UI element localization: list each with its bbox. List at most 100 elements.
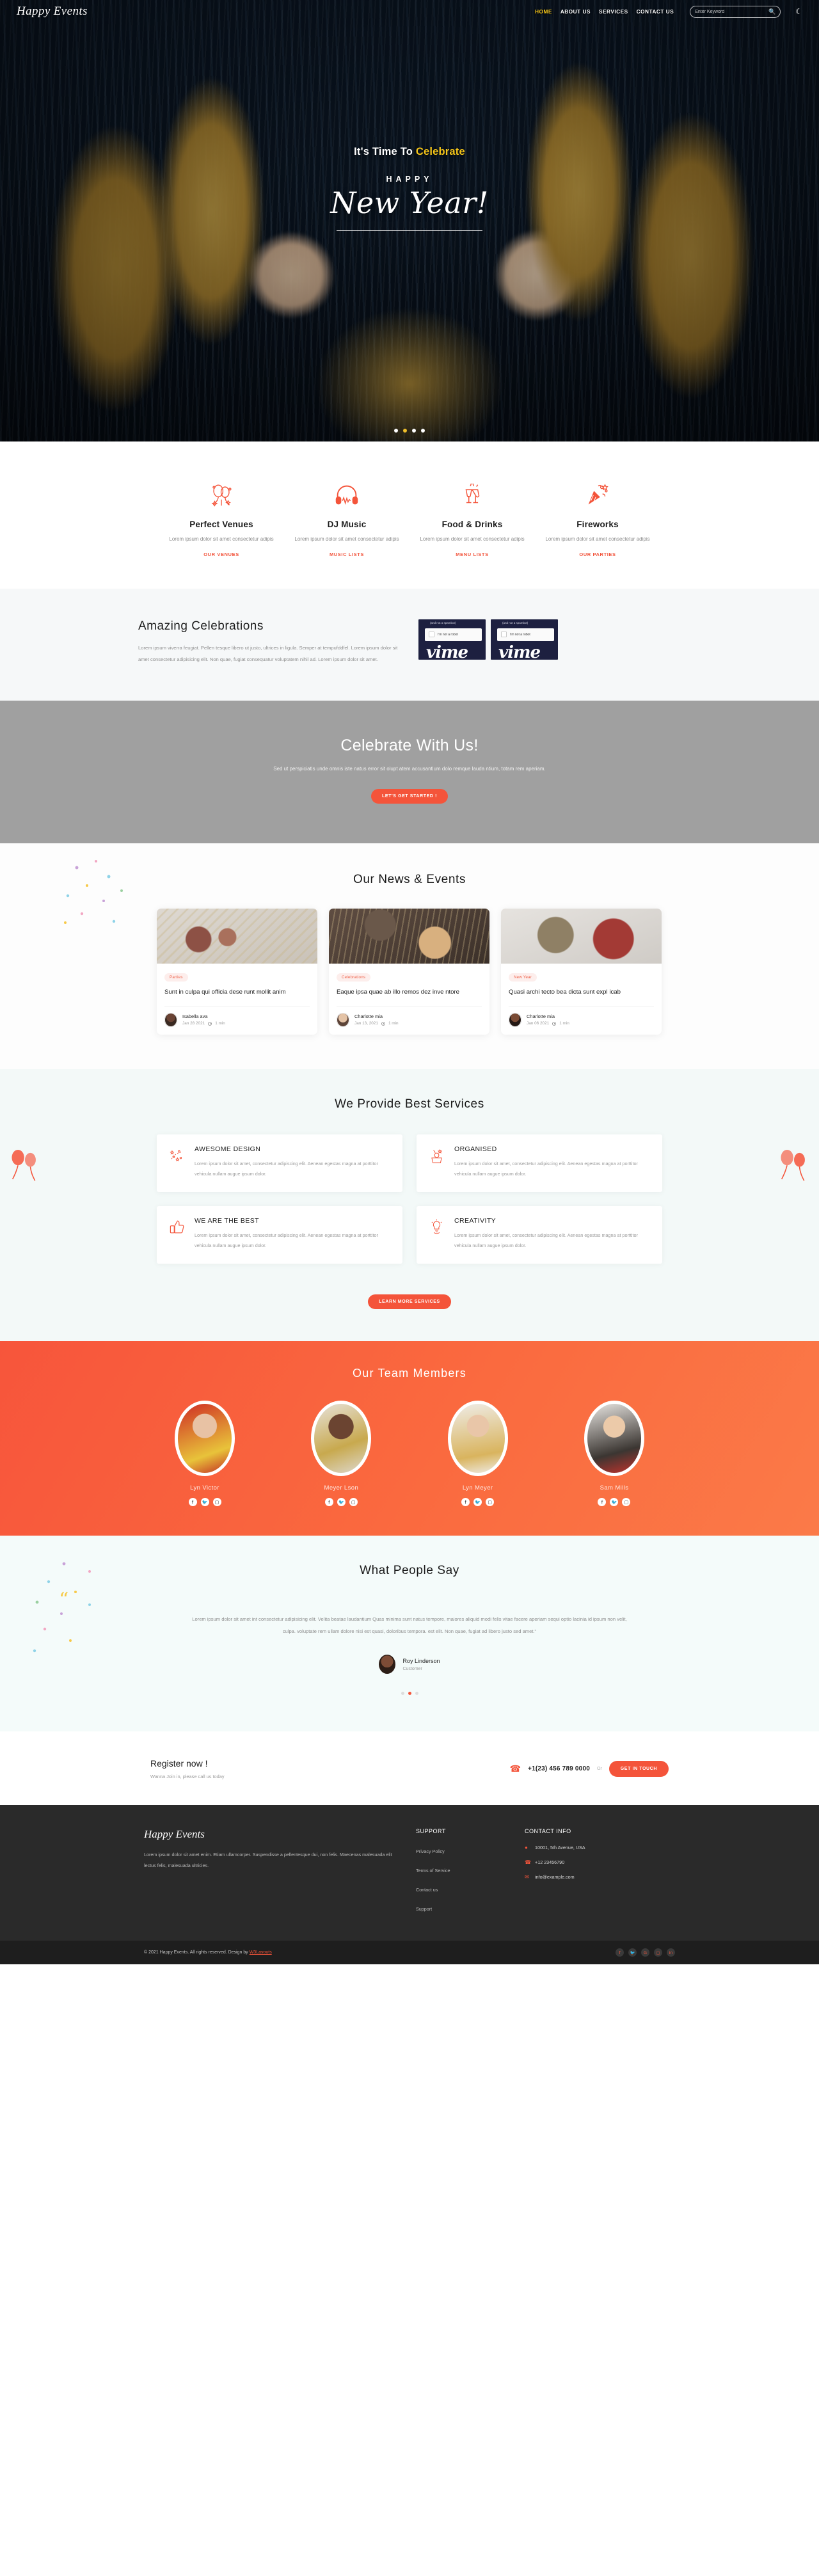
- amazing-title: Amazing Celebrations: [138, 619, 264, 633]
- news-card[interactable]: New Year Quasi archi tecto bea dicta sun…: [501, 908, 662, 1035]
- carousel-dot-1[interactable]: [394, 429, 398, 433]
- clock-icon: [381, 1021, 385, 1026]
- twitter-icon[interactable]: 🐦: [473, 1498, 482, 1507]
- news-card-title[interactable]: Eaque ipsa quae ab illo remos dez inve n…: [337, 987, 482, 998]
- features-section: Perfect Venues Lorem ipsum dolor sit ame…: [0, 441, 819, 589]
- footer-link-privacy-policy[interactable]: Privacy Policy: [416, 1849, 445, 1854]
- news-card-title[interactable]: Sunt in culpa qui officia dese runt moll…: [164, 987, 310, 998]
- main-nav: HOME ABOUT US SERVICES CONTACT US 🔍 ☾: [535, 5, 802, 18]
- captcha-box[interactable]: I'm not a robot: [425, 628, 482, 641]
- feature-text: Lorem ipsum dolor sit amet consectetur a…: [294, 536, 399, 542]
- service-card-creativity[interactable]: CREATIVITY Lorem ipsum dolor sit amet, c…: [417, 1206, 662, 1264]
- carousel-dot-2[interactable]: [403, 429, 407, 433]
- footer-phone[interactable]: +12 23456790: [535, 1859, 564, 1865]
- facebook-icon[interactable]: f: [616, 1948, 624, 1957]
- footer-link-contact-us[interactable]: Contact us: [416, 1887, 438, 1893]
- captcha-box[interactable]: I'm not a robot: [497, 628, 554, 641]
- nav-item-services[interactable]: SERVICES: [599, 9, 628, 15]
- team-member[interactable]: Meyer Lson f 🐦 ▢: [290, 1401, 392, 1507]
- linkedin-icon[interactable]: in: [667, 1948, 675, 1957]
- feature-link-menu-lists[interactable]: MENU LISTS: [456, 552, 488, 557]
- testimonial-author-name: Roy Linderson: [402, 1657, 440, 1664]
- news-card-tag[interactable]: Parties: [164, 973, 188, 982]
- facebook-icon[interactable]: f: [461, 1498, 470, 1507]
- hero-carousel-dots[interactable]: [0, 424, 819, 436]
- team-member-name: Lyn Meyer: [462, 1484, 493, 1492]
- twitter-icon[interactable]: 🐦: [610, 1498, 619, 1507]
- facebook-icon[interactable]: f: [188, 1498, 197, 1507]
- learn-more-services-button[interactable]: LEARN MORE SERVICES: [368, 1294, 451, 1310]
- service-title: WE ARE THE BEST: [195, 1217, 259, 1225]
- list-item: ✉ info@example.com: [525, 1874, 675, 1880]
- twitter-icon[interactable]: 🐦: [200, 1498, 209, 1507]
- search-box[interactable]: 🔍: [690, 5, 781, 18]
- news-card-tag[interactable]: New Year: [509, 973, 537, 982]
- team-member-photo: [447, 1401, 508, 1477]
- twitter-icon[interactable]: 🐦: [337, 1498, 346, 1507]
- facebook-icon[interactable]: f: [598, 1498, 607, 1507]
- team-member[interactable]: Lyn Victor f 🐦 ▢: [154, 1401, 256, 1507]
- footer-logo[interactable]: Happy Events: [144, 1828, 403, 1841]
- instagram-icon[interactable]: ▢: [349, 1498, 358, 1507]
- instagram-icon[interactable]: ▢: [486, 1498, 495, 1507]
- instagram-icon[interactable]: ▢: [654, 1948, 662, 1957]
- feature-link-our-venues[interactable]: OUR VENUES: [203, 552, 239, 557]
- nav-item-contact-us[interactable]: CONTACT US: [637, 9, 674, 15]
- service-text: Lorem ipsum dolor sit amet, consectetur …: [195, 1160, 378, 1177]
- site-logo[interactable]: Happy Events: [17, 4, 88, 19]
- copyright-inner: © 2021 Happy Events. All rights reserved…: [144, 1948, 675, 1957]
- amazing-text-column: Amazing Celebrations Lorem ipsum viverra…: [122, 619, 403, 666]
- team-member[interactable]: Sam Mills f 🐦 ▢: [563, 1401, 665, 1507]
- carousel-dot-4[interactable]: [421, 429, 425, 433]
- nav-item-about-us[interactable]: ABOUT US: [561, 9, 591, 15]
- service-card-we-are-the-best[interactable]: WE ARE THE BEST Lorem ipsum dolor sit am…: [157, 1206, 402, 1264]
- video-thumbnail-1[interactable]: (and not a spambot) I'm not a robot vime: [418, 619, 486, 660]
- team-member-name: Lyn Victor: [190, 1484, 219, 1492]
- feature-link-our-parties[interactable]: OUR PARTIES: [579, 552, 616, 557]
- facebook-icon[interactable]: f: [324, 1498, 333, 1507]
- team-member[interactable]: Lyn Meyer f 🐦 ▢: [427, 1401, 529, 1507]
- moon-icon[interactable]: ☾: [795, 7, 802, 16]
- news-card-meta: Charlotte mia Jan 13, 2021 1 min: [337, 1005, 482, 1027]
- footer-email[interactable]: info@example.com: [535, 1874, 575, 1880]
- nav-item-home[interactable]: HOME: [535, 9, 552, 15]
- testimonial-dot-3[interactable]: [415, 1692, 418, 1696]
- feature-title: Perfect Venues: [189, 520, 253, 529]
- service-card-organised[interactable]: ORGANISED Lorem ipsum dolor sit amet, co…: [417, 1134, 662, 1193]
- video-thumbnail-2[interactable]: (and not a spambot) I'm not a robot vime: [491, 619, 558, 660]
- team-row: Lyn Victor f 🐦 ▢ Meyer Lson f 🐦 ▢ Lyn Me…: [154, 1401, 665, 1507]
- instagram-icon[interactable]: ▢: [622, 1498, 631, 1507]
- video-wordmark: vime: [426, 642, 468, 660]
- lets-get-started-button[interactable]: LET'S GET STARTED !: [370, 788, 449, 804]
- footer-link-terms-of-service[interactable]: Terms of Service: [416, 1868, 450, 1873]
- checkbox-icon[interactable]: [501, 632, 507, 638]
- team-member-socials: f 🐦 ▢: [563, 1498, 665, 1507]
- feature-link-music-lists[interactable]: MUSIC LISTS: [330, 552, 364, 557]
- checkbox-icon[interactable]: [429, 632, 434, 638]
- team-member-name: Meyer Lson: [324, 1484, 359, 1492]
- testimonial-dot-2[interactable]: [408, 1692, 411, 1696]
- news-card-date: Jan 06 2021: [527, 1021, 550, 1026]
- testimonial-dots[interactable]: [0, 1687, 819, 1698]
- register-phone[interactable]: +1(23) 456 789 0000: [528, 1765, 590, 1772]
- search-icon[interactable]: 🔍: [768, 8, 775, 15]
- avatar: [337, 1012, 349, 1027]
- feature-dj-music: DJ Music Lorem ipsum dolor sit amet cons…: [284, 477, 410, 559]
- service-card-awesome-design[interactable]: AWESOME DESIGN Lorem ipsum dolor sit ame…: [157, 1134, 402, 1193]
- register-title: Register now !: [150, 1758, 208, 1769]
- twitter-icon[interactable]: 🐦: [628, 1948, 637, 1957]
- google-plus-icon[interactable]: G: [641, 1948, 649, 1957]
- hero-title: New Year!: [330, 186, 489, 220]
- news-card-date: Jan 28 2021: [182, 1021, 205, 1026]
- news-card-tag[interactable]: Celebrations: [337, 973, 371, 982]
- instagram-icon[interactable]: ▢: [212, 1498, 221, 1507]
- footer-link-support[interactable]: Support: [416, 1906, 432, 1912]
- testimonial-dot-1[interactable]: [401, 1692, 404, 1696]
- news-card[interactable]: Celebrations Eaque ipsa quae ab illo rem…: [329, 908, 489, 1035]
- news-card-title[interactable]: Quasi archi tecto bea dicta sunt expl ic…: [509, 987, 654, 998]
- get-in-touch-button[interactable]: GET IN TOUCH: [608, 1761, 669, 1777]
- search-input[interactable]: [695, 9, 769, 14]
- news-card[interactable]: Parties Sunt in culpa qui officia dese r…: [157, 908, 317, 1035]
- copyright-link-w3layouts[interactable]: W3Layouts: [250, 1950, 272, 1955]
- carousel-dot-3[interactable]: [412, 429, 416, 433]
